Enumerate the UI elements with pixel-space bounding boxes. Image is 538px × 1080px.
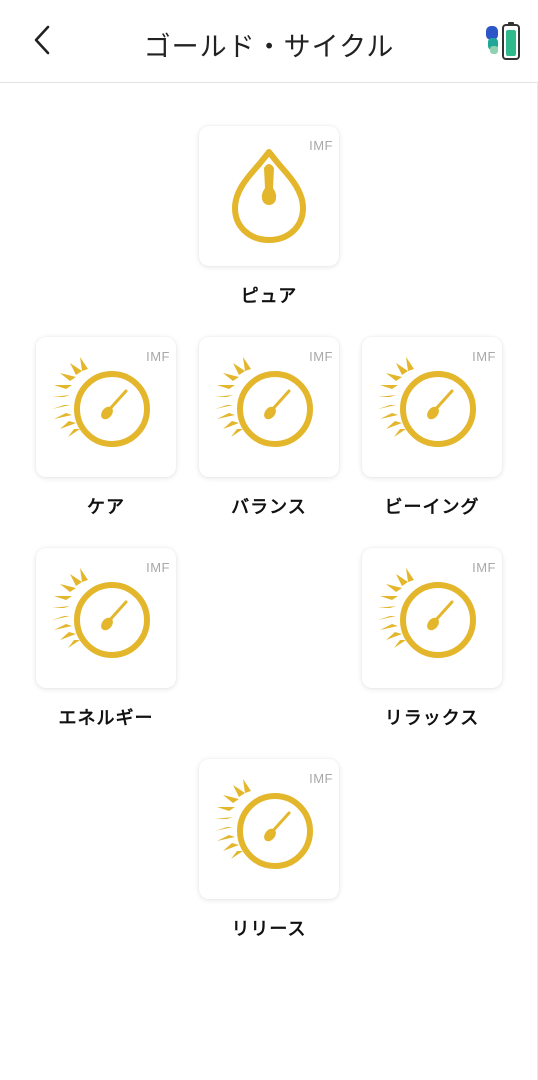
sun-cycle-icon [52,568,150,658]
page-title: ゴールド・サイクル [143,32,395,63]
device-status-button[interactable] [484,20,524,62]
sun-cycle-icon [378,568,476,658]
app-header: ゴールド・サイクル [0,0,538,83]
tile-balance[interactable]: IMF [199,337,339,477]
tile-label-energy: エネルギー [58,708,154,729]
drop-icon [232,149,306,243]
tile-relax[interactable]: IMF [362,548,502,688]
app-screen: ゴールド・サイクル IMF ピュア IMF ケア IMF バランス IMF ビー… [0,0,538,1080]
tile-label-pure: ピュア [240,286,298,307]
sun-cycle-icon [52,357,150,447]
tile-release[interactable]: IMF [199,759,339,899]
tile-pure[interactable]: IMF [199,126,339,266]
tile-being[interactable]: IMF [362,337,502,477]
tile-care[interactable]: IMF [36,337,176,477]
tile-energy[interactable]: IMF [36,548,176,688]
tile-label-being: ビーイング [384,497,480,518]
device-battery-icon [486,22,520,60]
tile-label-care: ケア [87,497,125,518]
tile-label-relax: リラックス [384,708,480,729]
tile-label-release: リリース [231,919,307,940]
sun-cycle-icon [378,357,476,447]
tile-label-balance: バランス [231,497,307,518]
sun-cycle-icon [215,357,313,447]
sun-cycle-icon [215,779,313,869]
